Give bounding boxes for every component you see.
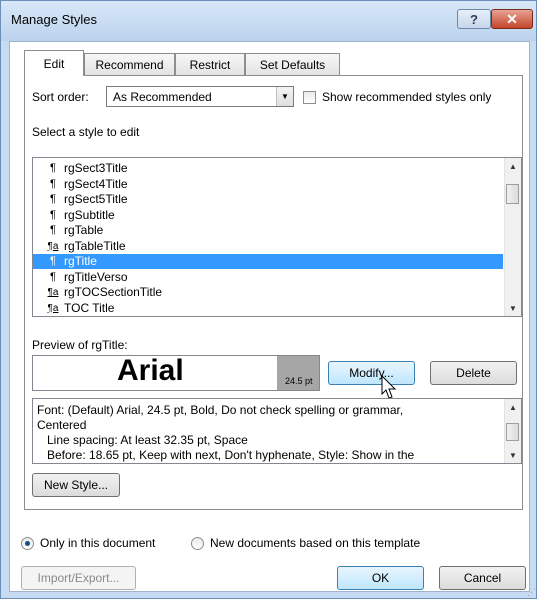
linked-style-icon: ¶a: [47, 302, 59, 314]
new-documents-label: New documents based on this template: [210, 536, 421, 550]
scroll-thumb[interactable]: [506, 423, 519, 441]
paragraph-icon: ¶: [50, 270, 56, 283]
description-scrollbar[interactable]: ▲ ▼: [504, 399, 521, 463]
cancel-button[interactable]: Cancel: [439, 566, 526, 590]
style-list-scrollbar[interactable]: ▲ ▼: [504, 158, 521, 316]
show-recommended-label: Show recommended styles only: [322, 90, 492, 104]
preview-size-badge: 24.5 pt: [277, 356, 319, 390]
style-list-item-label: rgTable: [64, 223, 104, 237]
style-description: Font: (Default) Arial, 24.5 pt, Bold, Do…: [32, 398, 522, 464]
style-list-item[interactable]: ¶ rgTitle: [33, 254, 503, 269]
paragraph-icon: ¶: [50, 208, 56, 221]
delete-button[interactable]: Delete: [430, 361, 517, 385]
tab-edit[interactable]: Edit: [24, 50, 84, 76]
new-style-button[interactable]: New Style...: [32, 473, 120, 497]
linked-style-icon: ¶a: [47, 287, 59, 298]
delete-button-label: Delete: [456, 366, 491, 380]
style-list-item-label: rgSect5Title: [64, 192, 128, 206]
sort-order-value: As Recommended: [113, 90, 212, 104]
paragraph-icon: ¶: [50, 224, 56, 236]
style-list-item-label: rgTOCSectionTitle: [64, 285, 163, 299]
style-list-label: Select a style to edit: [32, 125, 140, 139]
only-in-document-radio[interactable]: [21, 537, 34, 550]
style-list-item[interactable]: ¶ rgSect4Title: [33, 177, 503, 192]
style-list-item[interactable]: ¶ rgTable: [33, 223, 503, 238]
sort-order-select[interactable]: As Recommended ▼: [106, 86, 294, 107]
style-list-item-label: rgSect4Title: [64, 176, 128, 191]
style-list-item-label: rgTableTitle: [64, 238, 126, 253]
style-list-item[interactable]: ¶ rgSect5Title: [33, 192, 503, 207]
new-style-button-label: New Style...: [43, 478, 109, 492]
scroll-up-icon[interactable]: ▲: [505, 399, 521, 415]
modify-button[interactable]: Modify...: [328, 361, 415, 385]
linked-style-icon: ¶a: [47, 240, 59, 252]
style-list[interactable]: ¶ rgSect3Title ¶ rgSect4Title ¶ rgSect5Title ¶…: [32, 157, 522, 317]
preview-label: Preview of rgTitle:: [32, 338, 128, 352]
style-list-item-label: rgSect3Title: [64, 161, 128, 175]
style-list-item[interactable]: ¶ rgTitleVerso: [33, 270, 503, 285]
only-in-document-label: Only in this document: [40, 536, 156, 550]
scroll-down-icon[interactable]: ▼: [505, 300, 521, 316]
paragraph-icon: ¶: [50, 162, 56, 174]
content-layer: Sort order: As Recommended ▼ Show recomm…: [0, 0, 539, 601]
style-list-item-label: rgSubtitle: [64, 207, 115, 222]
new-documents-radio[interactable]: [191, 537, 204, 550]
chevron-down-icon[interactable]: ▼: [276, 87, 293, 106]
style-list-item-label: rgTitleVerso: [64, 269, 128, 284]
style-list-item-label: rgTitle: [64, 254, 97, 268]
style-list-item[interactable]: ¶a TOC Title: [33, 301, 503, 316]
scroll-up-icon[interactable]: ▲: [505, 158, 521, 174]
description-line: Line spacing: At least 32.35 pt, Space: [47, 433, 248, 447]
preview-size-value: 24.5 pt: [285, 376, 313, 386]
show-recommended-checkbox[interactable]: [303, 91, 316, 104]
paragraph-icon: ¶: [50, 177, 56, 190]
style-list-item[interactable]: ¶ rgSect3Title: [33, 161, 503, 176]
ok-button[interactable]: OK: [337, 566, 424, 590]
ok-button-label: OK: [371, 571, 390, 585]
preview-font-sample: Arial: [117, 354, 184, 387]
import-export-button-label: Import/Export...: [37, 571, 120, 585]
style-preview: Arial 24.5 pt: [32, 354, 320, 391]
sort-order-label: Sort order:: [32, 90, 89, 104]
description-line: Font: (Default) Arial, 24.5 pt, Bold, Do…: [37, 403, 404, 417]
resize-grip-icon[interactable]: ⋰: [527, 587, 536, 598]
cancel-button-label: Cancel: [463, 571, 502, 585]
paragraph-icon: ¶: [50, 255, 56, 267]
style-list-item-label: TOC Title: [64, 300, 115, 315]
style-list-item[interactable]: ¶a rgTOCSectionTitle: [33, 285, 503, 300]
description-line: Before: 18.65 pt, Keep with next, Don't …: [47, 448, 415, 462]
style-list-item[interactable]: ¶ rgSubtitle: [33, 208, 503, 223]
import-export-button[interactable]: Import/Export...: [21, 566, 136, 590]
description-line: Centered: [37, 418, 87, 432]
scroll-down-icon[interactable]: ▼: [505, 447, 521, 463]
scroll-thumb[interactable]: [506, 184, 519, 204]
tab-edit-label: Edit: [43, 56, 65, 71]
style-list-item[interactable]: ¶a rgTableTitle: [33, 239, 503, 254]
paragraph-icon: ¶: [50, 193, 56, 205]
